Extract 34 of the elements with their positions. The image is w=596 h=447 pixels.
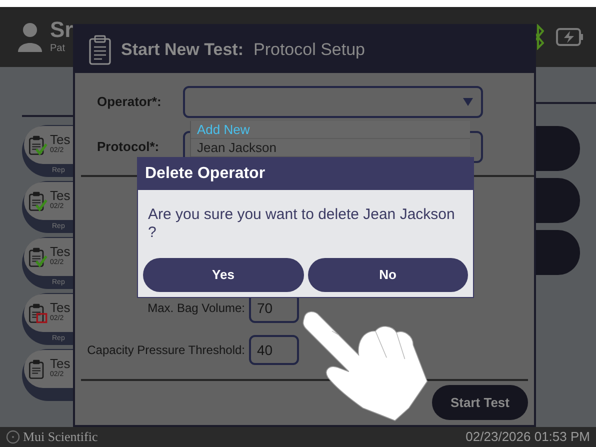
user-role: Pat (50, 42, 66, 56)
dialog-title: Start New Test: (121, 38, 244, 61)
clipboard-icon (89, 34, 111, 64)
test-title: Tes (50, 357, 70, 370)
user-name: Sr (50, 18, 74, 40)
clipboard-square-icon (28, 302, 48, 324)
dropdown-option[interactable]: Add New (191, 121, 470, 139)
person-icon (18, 22, 42, 52)
clipboard-check-icon (28, 190, 48, 212)
side-button[interactable] (536, 230, 580, 275)
side-button[interactable] (536, 126, 580, 171)
clipboard-check-icon (28, 134, 48, 156)
test-title: Tes (50, 189, 70, 202)
confirm-message: Are you sure you want to delete Jean Jackson ? (147, 205, 456, 242)
logo-icon (6, 430, 20, 444)
caret-icon (463, 98, 473, 106)
no-button[interactable]: No (308, 258, 468, 292)
field-label: Protocol*: (96, 138, 160, 156)
start-test-button[interactable]: Start Test (432, 385, 528, 420)
dialog-subtitle: Protocol Setup (254, 38, 366, 61)
input-field[interactable]: 40 (249, 335, 299, 365)
field-label: Operator*: (96, 92, 162, 111)
yes-button[interactable]: Yes (143, 258, 304, 292)
test-title: Tes (50, 133, 70, 146)
operator-select[interactable] (183, 86, 483, 118)
confirm-title: Delete Operator (138, 158, 473, 190)
battery-charging-icon (556, 28, 584, 46)
clipboard-check-icon (28, 246, 48, 268)
brand-name: Mui Scientific (23, 428, 98, 446)
date-time: 02/23/2026 01:53 PM (466, 428, 590, 446)
side-button[interactable] (536, 178, 580, 223)
test-title: Tes (50, 245, 70, 258)
field-label: Max. Bag Volume: (146, 300, 246, 317)
test-title: Tes (50, 301, 70, 314)
